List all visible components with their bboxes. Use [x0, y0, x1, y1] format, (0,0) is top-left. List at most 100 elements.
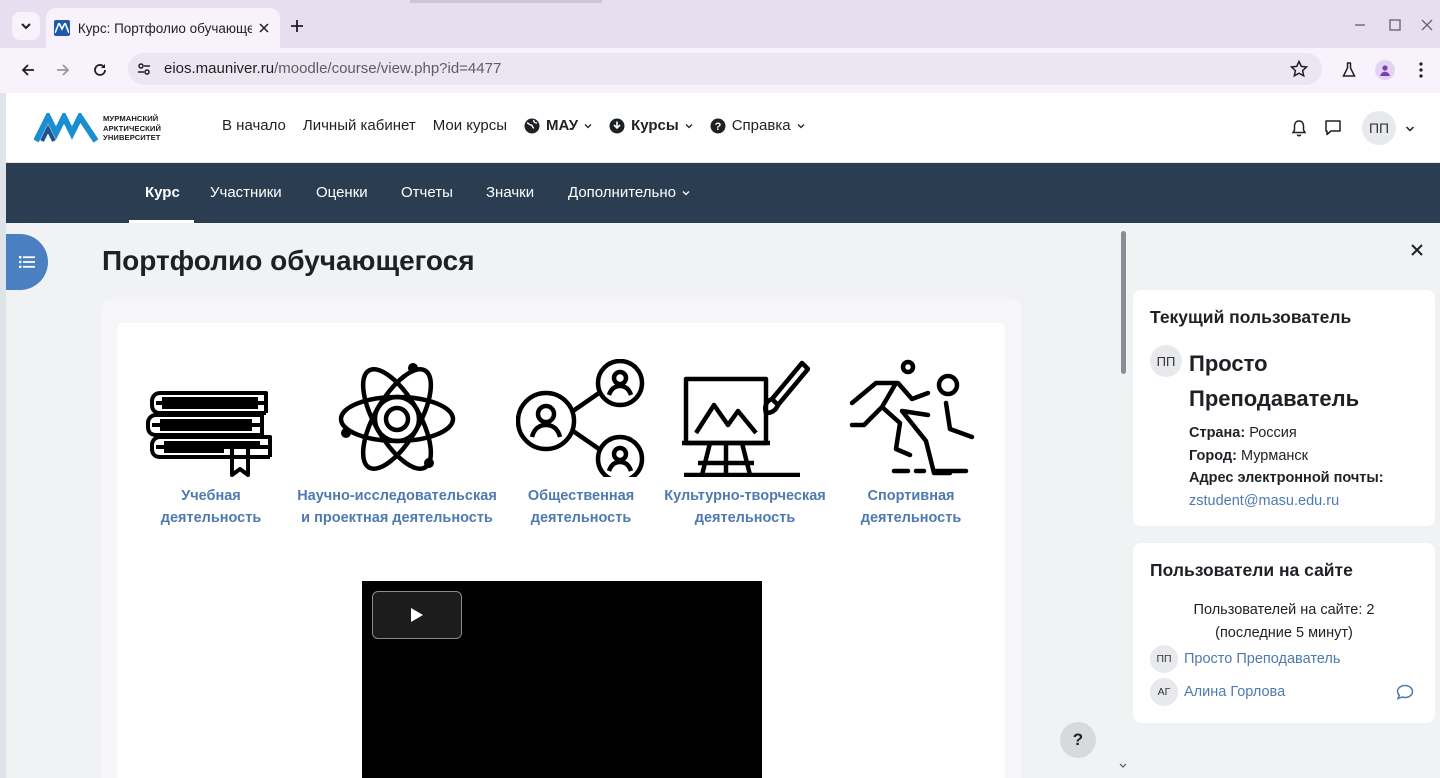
tab-search-button[interactable]	[12, 12, 40, 40]
list-icon	[19, 256, 35, 268]
network-people-icon	[516, 359, 645, 477]
moodle-page: МУРМАНСКИЙ АРКТИЧЕСКИЙ УНИВЕРСИТЕТ В нач…	[6, 93, 1440, 778]
online-users-block: Пользователи на сайте Пользователей на с…	[1133, 543, 1435, 723]
university-logo[interactable]: МУРМАНСКИЙ АРКТИЧЕСКИЙ УНИВЕРСИТЕТ	[34, 113, 184, 145]
easel-icon	[682, 360, 810, 477]
activity-label: и проектная деятельность	[301, 510, 493, 526]
activity-label: деятельность	[530, 510, 632, 526]
reload-icon[interactable]	[89, 59, 111, 81]
chevron-down-icon	[685, 123, 693, 128]
maximize-icon[interactable]	[1388, 18, 1402, 32]
avatar: АГ	[1150, 678, 1178, 706]
svg-text:?: ?	[714, 121, 721, 133]
tab-title: Курс: Портфолио обучающег	[77, 20, 253, 36]
question-circle-icon: ?	[710, 118, 726, 133]
flask-icon[interactable]	[1338, 59, 1360, 81]
block-heading: Текущий пользователь	[1150, 307, 1352, 327]
primary-navigation: В начало Личный кабинет Мои курсы МАУ Ку…	[222, 117, 822, 134]
activity-culture[interactable]: Культурно-творческая деятельность	[660, 359, 830, 529]
messages-icon[interactable]	[1322, 112, 1344, 144]
activity-label: деятельность	[160, 510, 262, 526]
tab-reports[interactable]: Отчеты	[401, 184, 453, 201]
nav-help-dropdown[interactable]: ? Справка	[710, 117, 805, 134]
activity-label: Научно-исследовательская	[297, 488, 497, 504]
new-tab-button[interactable]	[287, 16, 307, 36]
kebab-menu-icon[interactable]	[1410, 59, 1432, 81]
user-fullname[interactable]: Просто Преподаватель	[1189, 346, 1359, 416]
email-link[interactable]: zstudent@masu.edu.ru	[1189, 490, 1384, 513]
window-close-icon[interactable]	[1420, 18, 1434, 32]
activity-study[interactable]: Учебная деятельность	[131, 359, 291, 529]
course-section-card: Учебная деятельность Научно-исследовател…	[101, 299, 1021, 778]
activity-research[interactable]: Научно-исследовательская и проектная дея…	[292, 359, 502, 529]
course-index-toggle[interactable]	[6, 234, 48, 290]
chevron-down-icon[interactable]	[1405, 124, 1415, 134]
activity-label: деятельность	[694, 510, 796, 526]
current-user-block: Текущий пользователь ПП Просто Преподава…	[1133, 290, 1435, 526]
activity-label: Учебная	[181, 488, 241, 504]
nav-mau-dropdown[interactable]: МАУ	[524, 117, 592, 134]
chevron-down-icon	[584, 123, 592, 128]
list-item[interactable]: ПП Просто Преподаватель	[1150, 645, 1340, 673]
tab-more-dropdown[interactable]: Дополнительно	[568, 184, 690, 201]
page-title: Портфолио обучающегося	[102, 245, 475, 276]
bell-icon[interactable]	[1288, 112, 1310, 144]
list-item[interactable]: АГ Алина Горлова	[1150, 678, 1285, 706]
forward-arrow-icon[interactable]	[52, 59, 74, 81]
message-icon[interactable]	[1396, 684, 1414, 700]
scroll-down-arrow-icon[interactable]	[1119, 763, 1127, 769]
site-settings-icon[interactable]	[136, 61, 152, 77]
help-button[interactable]: ?	[1060, 722, 1096, 758]
chevron-down-icon	[21, 23, 31, 30]
globe-icon	[524, 118, 540, 133]
online-users-summary: Пользователей на сайте: 2 (последние 5 м…	[1193, 602, 1375, 641]
activity-social[interactable]: Общественная деятельность	[501, 359, 661, 529]
play-button[interactable]	[372, 591, 462, 639]
url-text: eios.mauniver.ru/moodle/course/view.php?…	[164, 60, 502, 77]
browser-tab[interactable]: Курс: Портфолио обучающег	[46, 8, 280, 48]
tab-course[interactable]: Курс	[145, 184, 180, 201]
site-header: МУРМАНСКИЙ АРКТИЧЕСКИЙ УНИВЕРСИТЕТ В нач…	[6, 93, 1440, 163]
user-link[interactable]: Алина Горлова	[1184, 684, 1285, 700]
close-icon[interactable]	[1409, 242, 1425, 258]
nav-courses-dropdown[interactable]: Курсы	[609, 117, 693, 134]
secondary-navigation: Курс Участники Оценки Отчеты Значки Допо…	[6, 163, 1120, 223]
close-icon[interactable]	[256, 20, 272, 36]
browser-profile-icon[interactable]	[1375, 60, 1395, 80]
section-content: Учебная деятельность Научно-исследовател…	[117, 323, 1005, 778]
plus-icon	[291, 20, 303, 32]
tab-badges[interactable]: Значки	[486, 184, 534, 201]
activity-sport[interactable]: Спортивная деятельность	[831, 359, 991, 529]
chevron-down-icon	[682, 190, 690, 195]
user-details: Страна: Россия Город: Мурманск Адрес эле…	[1189, 422, 1384, 512]
user-link[interactable]: Просто Преподаватель	[1184, 651, 1340, 667]
runner-icon	[849, 359, 975, 476]
video-player[interactable]	[362, 581, 762, 778]
mau-logo-icon	[34, 113, 98, 143]
play-icon	[411, 608, 423, 622]
user-menu-avatar[interactable]: ПП	[1362, 111, 1396, 145]
atom-icon	[338, 363, 456, 471]
books-icon	[146, 391, 272, 477]
tab-grades[interactable]: Оценки	[316, 184, 368, 201]
logo-text: МУРМАНСКИЙ АРКТИЧЕСКИЙ УНИВЕРСИТЕТ	[103, 114, 162, 142]
active-tab-indicator	[129, 220, 194, 223]
back-arrow-icon[interactable]	[17, 59, 39, 81]
nav-dashboard[interactable]: Личный кабинет	[303, 117, 416, 134]
activity-label: Общественная	[527, 488, 635, 504]
avatar: ПП	[1150, 345, 1182, 377]
block-drawer: Текущий пользователь ПП Просто Преподава…	[1127, 223, 1440, 778]
star-bookmark-icon[interactable]	[1290, 60, 1308, 78]
activity-label: деятельность	[860, 510, 962, 526]
download-circle-icon	[609, 118, 625, 133]
activity-label: Спортивная	[867, 488, 955, 504]
nav-my-courses[interactable]: Мои курсы	[433, 117, 507, 134]
scrollbar-thumb[interactable]	[1121, 231, 1126, 374]
nav-home[interactable]: В начало	[222, 117, 286, 134]
tab-participants[interactable]: Участники	[210, 184, 282, 201]
avatar: ПП	[1150, 645, 1178, 673]
address-bar[interactable]: eios.mauniver.ru/moodle/course/view.php?…	[128, 53, 1322, 85]
minimize-icon[interactable]	[1353, 18, 1367, 32]
chevron-down-icon	[797, 123, 805, 128]
block-heading: Пользователи на сайте	[1150, 560, 1353, 580]
